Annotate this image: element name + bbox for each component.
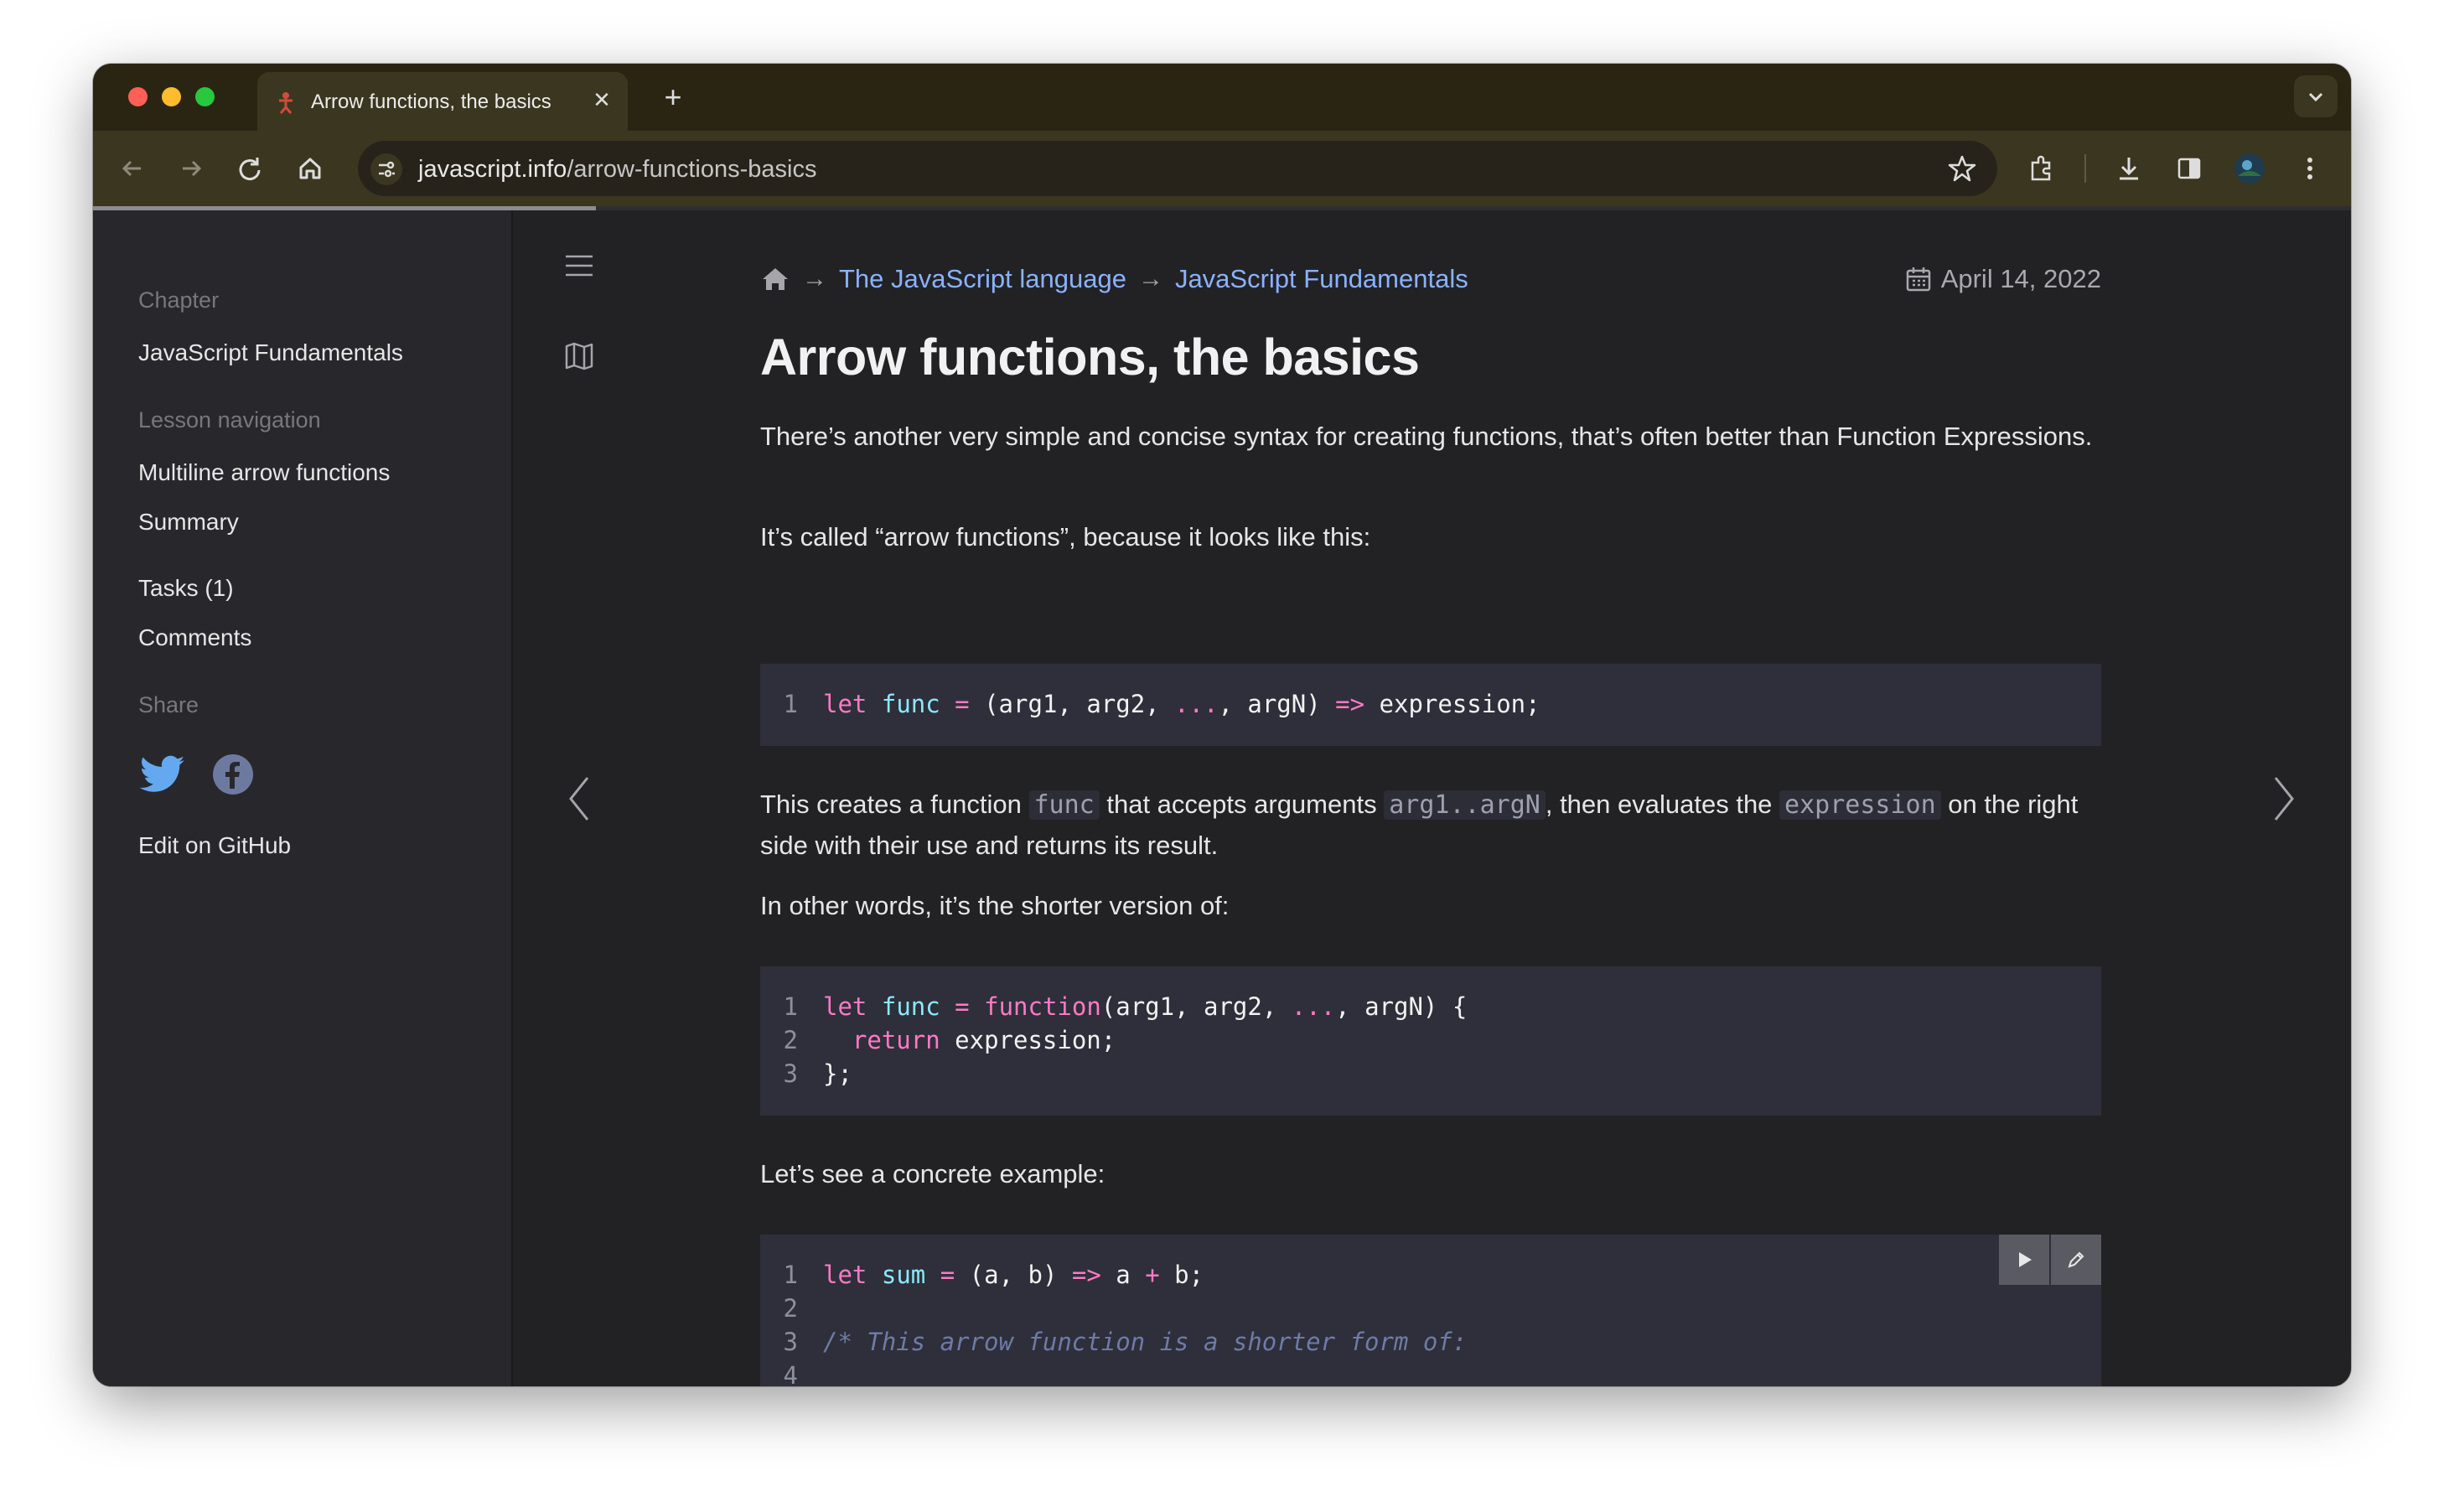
- chapter-link[interactable]: JavaScript Fundamentals: [138, 339, 403, 366]
- pencil-icon: [2068, 1251, 2084, 1268]
- inline-code-expression: expression: [1779, 790, 1941, 820]
- code-line: 2: [760, 1292, 2101, 1325]
- line-number: 3: [783, 1059, 798, 1088]
- menu-icon[interactable]: [559, 246, 599, 286]
- shorter-version-paragraph: In other words, it’s the shorter version…: [760, 891, 1230, 920]
- line-number: 1: [783, 992, 798, 1021]
- comments-link[interactable]: Comments: [138, 624, 251, 651]
- chevron-down-icon: [2308, 92, 2323, 102]
- lesson-nav-label: Lesson navigation: [138, 407, 321, 432]
- tab-title: Arrow functions, the basics: [311, 91, 551, 113]
- inline-code-args: arg1..argN: [1384, 790, 1546, 820]
- new-tab-button[interactable]: +: [656, 80, 690, 114]
- breadcrumb-js-language[interactable]: The JavaScript language: [839, 264, 1126, 294]
- share-label: Share: [138, 692, 199, 717]
- browser-window: Arrow functions, the basics ✕ + javascri…: [93, 64, 2351, 1386]
- code-line: 1 let func = function(arg1, arg2, ..., ar…: [760, 990, 2101, 1023]
- tasks-link[interactable]: Tasks (1): [138, 575, 234, 602]
- play-icon: [2019, 1252, 2032, 1267]
- breadcrumb-js-fundamentals[interactable]: JavaScript Fundamentals: [1175, 264, 1468, 294]
- close-window-button[interactable]: [128, 87, 148, 106]
- code-line: 3 /* This arrow function is a shorter for…: [760, 1325, 2101, 1359]
- code-line: 3};: [760, 1057, 2101, 1090]
- code-line: 2 return expression;: [760, 1023, 2101, 1057]
- url-path: /arrow-functions-basics: [567, 156, 817, 183]
- breadcrumb: → The JavaScript language → JavaScript F…: [760, 264, 1468, 294]
- date-text: April 14, 2022: [1940, 264, 2101, 293]
- intro-paragraph: There’s another very simple and concise …: [760, 422, 2093, 451]
- explanation-text-a: This creates a function: [760, 790, 1029, 819]
- explanation-text-c: , then evaluates the: [1545, 790, 1780, 819]
- reload-icon[interactable]: [230, 149, 269, 188]
- sidebar: Chapter JavaScript Fundamentals Lesson n…: [93, 210, 511, 1386]
- run-button[interactable]: [1999, 1235, 2049, 1285]
- back-icon[interactable]: [113, 149, 152, 188]
- chapter-label: Chapter: [138, 287, 220, 313]
- line-number: 2: [783, 1294, 798, 1323]
- url-text: javascript.info/arrow-functions-basics: [418, 156, 816, 184]
- page-title: Arrow functions, the basics: [760, 329, 1420, 386]
- breadcrumb-separator: →: [1137, 265, 1163, 293]
- breadcrumb-separator: →: [802, 265, 827, 293]
- arrow-intro-paragraph: It’s called “arrow functions”, because i…: [760, 522, 1371, 551]
- bookmark-star-icon[interactable]: [1947, 153, 1977, 184]
- explanation-paragraph: This creates a function func that accept…: [760, 784, 2101, 866]
- line-number: 2: [783, 1026, 798, 1054]
- line-number: 1: [783, 1261, 798, 1289]
- prev-lesson-arrow-icon[interactable]: [559, 769, 599, 828]
- close-tab-icon[interactable]: ✕: [588, 85, 616, 114]
- more-menu-icon[interactable]: [2291, 149, 2329, 188]
- code-line: 4: [760, 1359, 2101, 1386]
- edit-on-github-link[interactable]: Edit on GitHub: [138, 832, 291, 859]
- download-icon[interactable]: [2110, 149, 2148, 188]
- minimize-window-button[interactable]: [162, 87, 181, 106]
- publish-date: April 14, 2022: [1904, 264, 2101, 294]
- inline-code-func: func: [1028, 790, 1100, 820]
- active-tab[interactable]: Arrow functions, the basics ✕: [257, 72, 628, 131]
- example-intro-paragraph: Let’s see a concrete example:: [760, 1159, 1105, 1188]
- code-line: 1 let sum = (a, b) => a + b;: [760, 1258, 2101, 1292]
- edit-button[interactable]: [2051, 1235, 2101, 1285]
- address-bar[interactable]: javascript.info/arrow-functions-basics: [358, 141, 1997, 196]
- line-number: 4: [783, 1361, 798, 1386]
- url-host: javascript.info: [418, 156, 567, 183]
- code-block-arrow-syntax: 1 let func = (arg1, arg2, ..., argN) => e…: [760, 664, 2101, 746]
- forward-icon[interactable]: [172, 149, 210, 188]
- next-lesson-arrow-icon[interactable]: [2264, 769, 2304, 828]
- home-breadcrumb-icon[interactable]: [760, 265, 790, 293]
- code-comment: /* This arrow function is a shorter form…: [823, 1328, 1468, 1356]
- twitter-icon[interactable]: [140, 755, 185, 794]
- code-block-function-expression: 1 let func = function(arg1, arg2, ..., ar…: [760, 966, 2101, 1116]
- line-number: 3: [783, 1328, 798, 1356]
- lesson-link-multiline[interactable]: Multiline arrow functions: [138, 459, 390, 486]
- code-line: 1 let func = (arg1, arg2, ..., argN) => e…: [760, 687, 2101, 721]
- facebook-icon[interactable]: [212, 753, 254, 795]
- explanation-text-b: that accepts arguments: [1099, 790, 1385, 819]
- extensions-icon[interactable]: [2022, 149, 2061, 188]
- maximize-window-button[interactable]: [195, 87, 215, 106]
- line-number: 1: [783, 690, 798, 718]
- home-icon[interactable]: [291, 149, 329, 188]
- code-block-sum-example: 1 let sum = (a, b) => a + b; 2 3 /* This a…: [760, 1235, 2101, 1386]
- tab-search-button[interactable]: [2294, 75, 2338, 117]
- favicon-icon: [279, 92, 293, 114]
- code-toolbar: [1997, 1235, 2101, 1285]
- site-info-icon[interactable]: [370, 153, 403, 186]
- lesson-link-summary[interactable]: Summary: [138, 509, 239, 536]
- toolbar-divider: [2084, 154, 2086, 183]
- tab-bar: Arrow functions, the basics ✕ +: [93, 64, 2351, 131]
- page-content: Chapter JavaScript Fundamentals Lesson n…: [93, 210, 2351, 1386]
- map-icon[interactable]: [559, 336, 599, 376]
- browser-toolbar: javascript.info/arrow-functions-basics: [93, 131, 2351, 206]
- side-panel-icon[interactable]: [2170, 149, 2208, 188]
- calendar-icon: [1906, 267, 1930, 292]
- sidebar-divider: [511, 210, 513, 1386]
- profile-avatar[interactable]: [2230, 149, 2269, 188]
